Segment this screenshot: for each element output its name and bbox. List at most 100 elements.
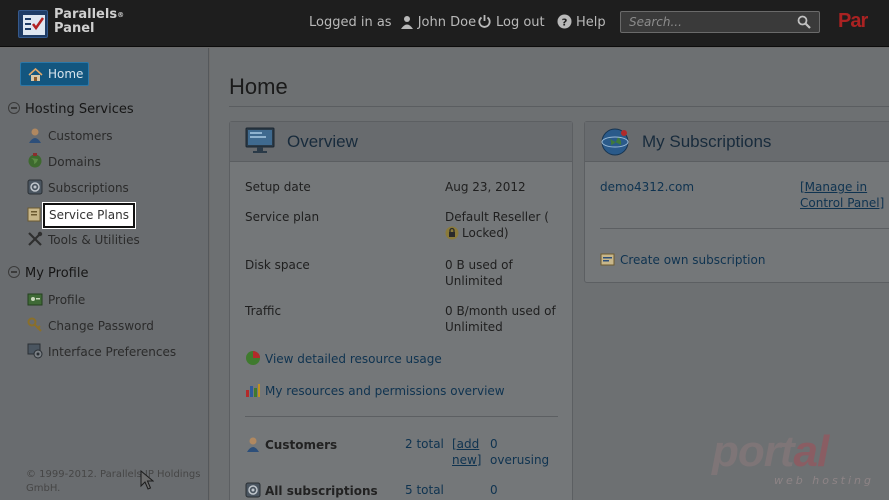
sidebar-item-label: Customers xyxy=(48,129,113,143)
sidebar-item-interface-preferences[interactable]: Interface Preferences xyxy=(27,343,176,360)
top-bar: Parallels® Panel Logged in as John Doe L… xyxy=(0,0,889,47)
brand-name: Parallels xyxy=(54,7,118,22)
overview-panel: Overview Setup date Aug 23, 2012 Service… xyxy=(229,121,573,500)
watermark-subtext: web hosting xyxy=(774,474,874,487)
service-plan-name: Default Reseller ( xyxy=(445,210,549,224)
sidebar: Home Hosting Services Customers Domains … xyxy=(0,48,209,500)
bar-chart-icon xyxy=(245,382,261,402)
sidebar-section-hosting[interactable]: Hosting Services xyxy=(8,102,134,118)
link-label: View detailed resource usage xyxy=(265,352,442,366)
svg-text:?: ? xyxy=(562,18,568,29)
help-link[interactable]: ? Help xyxy=(557,14,606,34)
logged-in-label: Logged in as xyxy=(309,15,392,30)
traffic-label: Traffic xyxy=(245,304,282,318)
sidebar-item-profile[interactable]: Profile xyxy=(27,291,85,308)
search-input[interactable] xyxy=(621,12,791,32)
link-label: My resources and permissions overview xyxy=(265,384,505,398)
watermark-text-b: al xyxy=(793,427,830,476)
subscriptions-icon xyxy=(245,482,261,500)
subscription-domain-link[interactable]: demo4312.com xyxy=(600,179,694,195)
help-label: Help xyxy=(576,15,606,30)
sidebar-item-service-plans[interactable]: Service Plans xyxy=(43,203,135,228)
user-name-link[interactable]: John Doe xyxy=(418,15,476,30)
globe-icon xyxy=(600,127,630,160)
overusing-count[interactable]: 0 xyxy=(490,436,498,452)
link-label: Create own subscription xyxy=(620,253,766,267)
sidebar-item-label: Tools & Utilities xyxy=(48,233,140,247)
sidebar-item-tools-utilities[interactable]: Tools & Utilities xyxy=(27,231,140,248)
sidebar-section-profile[interactable]: My Profile xyxy=(8,266,88,282)
collapse-icon xyxy=(8,102,20,114)
sidebar-item-domains[interactable]: Domains xyxy=(27,153,101,170)
view-resource-usage-link[interactable]: View detailed resource usage xyxy=(245,350,442,370)
resources-permissions-link[interactable]: My resources and permissions overview xyxy=(245,382,505,402)
my-subscriptions-panel: My Subscriptions demo4312.com [Manage in… xyxy=(584,121,889,283)
watermark-text-a: port xyxy=(712,427,795,476)
help-icon: ? xyxy=(557,14,572,34)
subscriptions-total-link[interactable]: 5 total xyxy=(405,482,444,498)
sidebar-item-label: Change Password xyxy=(48,319,154,333)
subscriptions-divider xyxy=(600,228,889,229)
monitor-icon xyxy=(245,127,275,158)
brand-reg: ® xyxy=(117,11,125,19)
brand-product: Panel xyxy=(54,21,95,36)
service-plan-locked: Locked) xyxy=(462,226,509,240)
page-title: Home xyxy=(229,74,288,99)
subscriptions-count[interactable]: 0 xyxy=(490,482,498,498)
customers-row-label: Customers xyxy=(245,436,337,456)
disk-space-label: Disk space xyxy=(245,258,310,272)
sidebar-item-customers[interactable]: Customers xyxy=(27,127,113,144)
service-plan-value: Default Reseller ( Locked) xyxy=(445,209,565,244)
create-subscription-link[interactable]: Create own subscription xyxy=(600,251,765,271)
key-icon xyxy=(27,317,43,333)
subscriptions-icon xyxy=(27,179,43,195)
add-new-customer-link[interactable]: [add new] xyxy=(452,436,484,468)
create-subscription-icon xyxy=(600,251,616,271)
sidebar-item-subscriptions[interactable]: Subscriptions xyxy=(27,179,129,196)
my-subscriptions-title: My Subscriptions xyxy=(642,132,772,151)
search-icon[interactable] xyxy=(797,15,811,32)
overview-header: Overview xyxy=(230,122,572,162)
sidebar-item-label: Profile xyxy=(48,293,86,307)
portal-watermark: portal web hosting xyxy=(712,427,871,488)
overusing-label[interactable]: overusing xyxy=(490,452,549,468)
title-divider xyxy=(229,106,889,107)
sidebar-item-label: Domains xyxy=(48,155,101,169)
brand-right-logo: Par xyxy=(838,10,868,32)
collapse-icon xyxy=(8,266,20,278)
customers-icon xyxy=(245,436,261,456)
overview-title: Overview xyxy=(287,132,358,151)
logout-link[interactable]: Log out xyxy=(477,14,545,34)
tools-icon xyxy=(27,231,43,247)
logged-in-info: Logged in as John Doe xyxy=(309,14,476,34)
profile-icon xyxy=(27,291,43,307)
copyright-text: © 1999-2012. Parallels IP Holdings GmbH. xyxy=(26,469,201,494)
parallels-logo[interactable]: Parallels® Panel xyxy=(18,8,128,40)
logout-label: Log out xyxy=(496,15,545,30)
domains-icon xyxy=(27,153,43,169)
mouse-cursor-icon xyxy=(140,469,155,493)
setup-date-value: Aug 23, 2012 xyxy=(445,180,526,194)
overview-divider xyxy=(245,416,558,417)
profile-section-label: My Profile xyxy=(25,266,89,281)
sidebar-item-label: Service Plans xyxy=(49,208,129,222)
pie-chart-icon xyxy=(245,350,261,370)
home-label: Home xyxy=(48,67,84,81)
lock-icon xyxy=(445,226,459,244)
sidebar-item-change-password[interactable]: Change Password xyxy=(27,317,154,334)
hosting-section-label: Hosting Services xyxy=(25,102,134,117)
manage-in-control-panel-link[interactable]: [Manage in Control Panel] xyxy=(800,179,889,211)
sidebar-item-label: Subscriptions xyxy=(48,181,129,195)
parallels-logo-icon xyxy=(18,10,48,38)
all-subscriptions-row-label: All subscriptions xyxy=(245,482,378,500)
home-button[interactable]: Home xyxy=(20,62,89,86)
search-box xyxy=(620,11,820,33)
home-icon xyxy=(28,67,43,89)
customers-label: Customers xyxy=(265,438,338,452)
all-subscriptions-label: All subscriptions xyxy=(265,484,378,498)
customers-total-link[interactable]: 2 total xyxy=(405,436,444,452)
my-subscriptions-header: My Subscriptions xyxy=(585,122,889,162)
traffic-value: 0 B/month used of Unlimited xyxy=(445,304,556,334)
disk-space-value: 0 B used of Unlimited xyxy=(445,258,513,288)
setup-date-label: Setup date xyxy=(245,180,311,194)
